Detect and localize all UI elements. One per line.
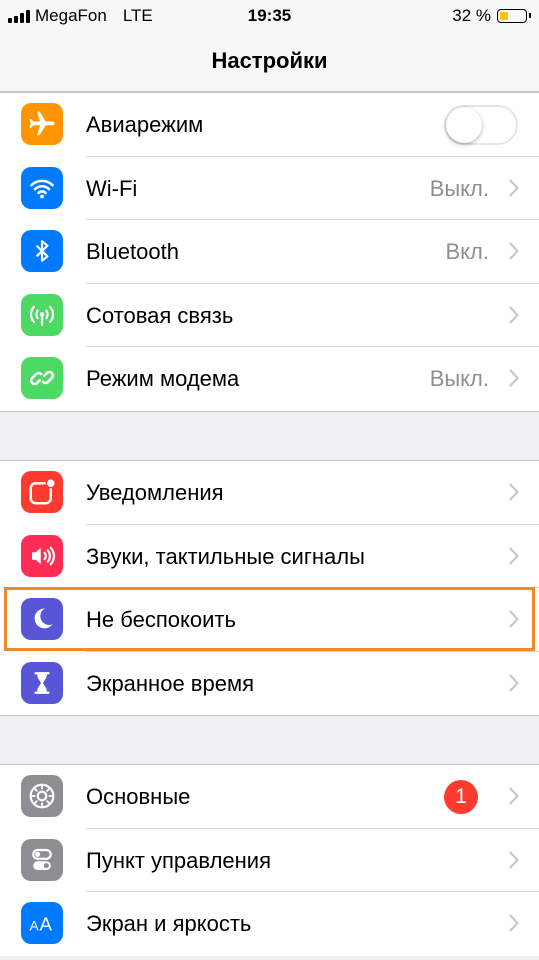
settings-row-label: Звуки, тактильные сигналы (86, 543, 365, 569)
chevron-right-icon (509, 305, 519, 324)
settings-row-label: Основные (86, 784, 191, 809)
settings-row-notifications[interactable]: Уведомления (0, 461, 539, 525)
settings-row-label: Wi-Fi (86, 175, 138, 201)
chevron-right-icon (509, 787, 519, 805)
settings-row-value: Вкл. (445, 239, 490, 264)
gear-icon (21, 775, 63, 817)
settings-row-label: Режим модема (86, 366, 240, 391)
connectivity-group: Авиарежим Wi-Fi Выкл. Bluetooth Вкл. Сот… (0, 92, 539, 412)
settings-row-value: Выкл. (429, 175, 489, 201)
navigation-bar: Настройки (0, 32, 539, 92)
settings-row-label: Экранное время (86, 670, 254, 696)
settings-row-wifi[interactable]: Wi-Fi Выкл. (0, 157, 539, 220)
general-group: Основные 1 Пункт управления AA Экран и я… (0, 764, 539, 956)
chevron-right-icon (509, 914, 519, 932)
switches-icon (21, 838, 63, 881)
settings-row-label: Не беспокоить (86, 607, 236, 632)
bluetooth-icon (21, 230, 63, 272)
speaker-icon (21, 534, 63, 577)
battery-percent: 32 % (452, 6, 491, 25)
settings-row-sounds[interactable]: Звуки, тактильные сигналы (0, 525, 539, 588)
page-title: Настройки (211, 48, 328, 73)
settings-row-label: Экран и яркость (86, 911, 252, 936)
settings-row-cellular[interactable]: Сотовая связь (0, 284, 539, 347)
chevron-right-icon (509, 178, 519, 197)
text-size-icon: AA (21, 902, 63, 944)
notifications-group: Уведомления Звуки, тактильные сигналы Не… (0, 460, 539, 716)
settings-row-display[interactable]: AA Экран и яркость (0, 892, 539, 956)
notification-badge: 1 (444, 780, 478, 814)
antenna-icon (21, 293, 63, 336)
svg-text:A: A (30, 919, 40, 934)
settings-row-label: Сотовая связь (86, 302, 234, 328)
settings-row-hotspot[interactable]: Режим модема Выкл. (0, 347, 539, 411)
svg-text:A: A (40, 914, 53, 935)
chevron-right-icon (509, 610, 519, 628)
settings-row-airplane[interactable]: Авиарежим (0, 93, 539, 157)
chevron-right-icon (509, 546, 519, 565)
moon-icon (21, 598, 63, 640)
settings-row-control-center[interactable]: Пункт управления (0, 829, 539, 892)
airplane-icon (21, 103, 63, 145)
hotspot-icon (21, 357, 63, 399)
settings-row-label: Bluetooth (86, 239, 179, 264)
settings-row-value: Выкл. (429, 366, 489, 391)
chevron-right-icon (509, 369, 519, 387)
battery-icon (497, 9, 531, 23)
hourglass-icon (21, 661, 63, 704)
chevron-right-icon (509, 242, 519, 260)
chevron-right-icon (509, 483, 519, 501)
settings-row-do-not-disturb[interactable]: Не беспокоить (0, 588, 539, 652)
airplane-mode-toggle[interactable] (444, 105, 518, 145)
settings-row-screen-time[interactable]: Экранное время (0, 652, 539, 716)
settings-row-general[interactable]: Основные 1 (0, 765, 539, 829)
wifi-icon (21, 166, 63, 209)
settings-row-bluetooth[interactable]: Bluetooth Вкл. (0, 220, 539, 284)
chevron-right-icon (509, 850, 519, 869)
settings-row-label: Пункт управления (86, 847, 272, 873)
settings-row-label: Уведомления (86, 480, 224, 505)
notifications-icon (21, 471, 63, 513)
settings-row-label: Авиарежим (86, 112, 204, 137)
status-bar: MegaFon LTE 19:35 32 % (0, 0, 539, 32)
chevron-right-icon (509, 673, 519, 692)
